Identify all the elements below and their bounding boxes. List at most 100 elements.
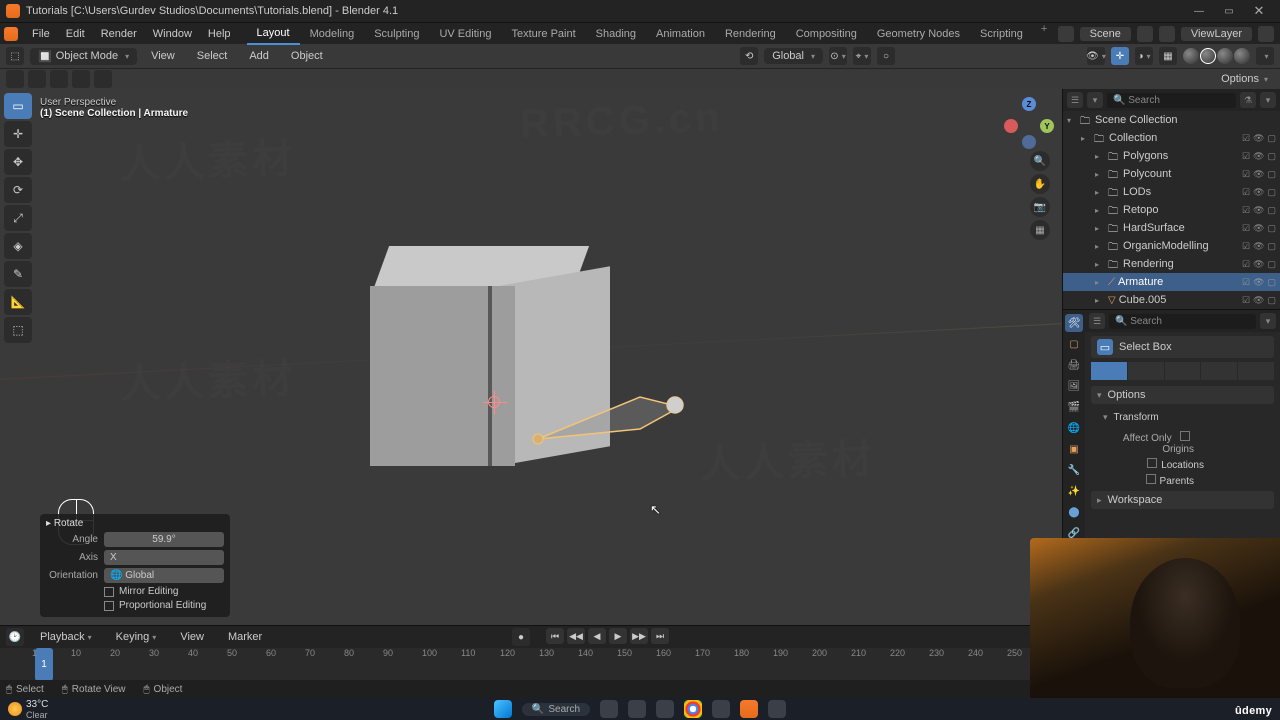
camera-icon[interactable]: 📷 — [1030, 197, 1050, 217]
prev-key-button[interactable]: ◀◀ — [567, 628, 585, 644]
viewlayer-browse-icon[interactable] — [1159, 26, 1175, 42]
playback-menu[interactable]: Playback — [32, 626, 100, 648]
select-mode-extend[interactable] — [28, 70, 46, 88]
play-rev-button[interactable]: ◀ — [588, 628, 606, 644]
persp-toggle-icon[interactable]: ▦ — [1030, 220, 1050, 240]
timeline-editor-icon[interactable]: 🕑 — [6, 628, 24, 646]
outliner-item-collection[interactable]: ▸🗀Collection☑👁▢ — [1063, 129, 1280, 147]
origins-check[interactable] — [1180, 431, 1190, 441]
angle-field[interactable]: 59.9° — [104, 532, 224, 547]
notes-icon[interactable] — [712, 700, 730, 718]
outliner-item-cube-005[interactable]: ▸▽Cube.005☑👁▢ — [1063, 291, 1280, 309]
weather-widget[interactable]: 33°C Clear — [8, 699, 48, 720]
props-editor-icon[interactable]: ☰ — [1089, 313, 1105, 329]
taskbar-search[interactable]: 🔍 Search — [522, 703, 590, 716]
ptab-scene[interactable]: 🎬 — [1065, 398, 1083, 416]
ptab-particle[interactable]: ✨ — [1065, 482, 1083, 500]
scene-browse-icon[interactable] — [1058, 26, 1074, 42]
select-mode-new[interactable] — [6, 70, 24, 88]
scene-selector[interactable]: Scene — [1080, 27, 1131, 41]
window-minimize-button[interactable]: ― — [1184, 1, 1214, 21]
rendered-shading[interactable] — [1234, 48, 1250, 64]
matprev-shading[interactable] — [1217, 48, 1233, 64]
locations-check[interactable] — [1147, 458, 1157, 468]
select-menu[interactable]: Select — [189, 45, 236, 67]
next-key-button[interactable]: ▶▶ — [630, 628, 648, 644]
tab-rendering[interactable]: Rendering — [715, 23, 786, 45]
wireframe-shading[interactable] — [1183, 48, 1199, 64]
menu-help[interactable]: Help — [200, 23, 239, 45]
selmode-5[interactable] — [1238, 362, 1274, 380]
pan-icon[interactable]: ✋ — [1030, 174, 1050, 194]
outliner-item-retopo[interactable]: ▸🗀Retopo☑👁▢ — [1063, 201, 1280, 219]
outliner-search[interactable]: 🔍 Search — [1107, 93, 1236, 108]
editor-type-icon[interactable]: ⬚ — [6, 47, 24, 65]
outliner-root[interactable]: ▾🗀Scene Collection — [1063, 111, 1280, 129]
selmode-2[interactable] — [1128, 362, 1164, 380]
add-menu[interactable]: Add — [241, 45, 277, 67]
ptab-render[interactable]: ▢ — [1065, 335, 1083, 353]
outliner-item-hardsurface[interactable]: ▸🗀HardSurface☑👁▢ — [1063, 219, 1280, 237]
ptab-output[interactable]: 🖨 — [1065, 356, 1083, 374]
proportional-icon[interactable]: ○ — [877, 47, 895, 65]
outliner-item-armature[interactable]: ▸⟋Armature☑👁▢ — [1063, 273, 1280, 291]
snap-icon[interactable]: ⌖ — [853, 47, 871, 65]
menu-window[interactable]: Window — [145, 23, 200, 45]
xray-icon[interactable]: ▦ — [1159, 47, 1177, 65]
solid-shading[interactable] — [1200, 48, 1216, 64]
window-maximize-button[interactable]: ▭ — [1214, 1, 1244, 21]
orientation-icon[interactable]: ⟲ — [740, 47, 758, 65]
menu-file[interactable]: File — [24, 23, 58, 45]
gizmo-icon[interactable]: ✛ — [1111, 47, 1129, 65]
props-search[interactable]: 🔍 Search — [1109, 314, 1256, 329]
tool-measure[interactable]: 📐 — [4, 289, 32, 315]
ptab-modifier[interactable]: 🔧 — [1065, 461, 1083, 479]
start-button[interactable] — [494, 700, 512, 718]
marker-menu[interactable]: Marker — [220, 626, 270, 648]
app-icon[interactable] — [4, 27, 18, 41]
scene-new-icon[interactable] — [1137, 26, 1153, 42]
options-dropdown[interactable]: Options — [1221, 73, 1268, 85]
ptab-object[interactable]: ▣ — [1065, 440, 1083, 458]
new-collection-icon[interactable]: ▾ — [1260, 92, 1276, 108]
ptab-tool[interactable]: 🛠 — [1065, 314, 1083, 332]
tab-compositing[interactable]: Compositing — [786, 23, 867, 45]
jump-end-button[interactable]: ⏭ — [651, 628, 669, 644]
ptab-world[interactable]: 🌐 — [1065, 419, 1083, 437]
options-panel-header[interactable]: ▾Options — [1091, 386, 1274, 404]
proportional-check[interactable] — [104, 601, 114, 611]
viewlayer-new-icon[interactable] — [1258, 26, 1274, 42]
ptab-physics[interactable]: ⬤ — [1065, 503, 1083, 521]
viewlayer-selector[interactable]: ViewLayer — [1181, 27, 1252, 41]
tab-texpaint[interactable]: Texture Paint — [501, 23, 585, 45]
visibility-icon[interactable]: 👁 — [1087, 47, 1105, 65]
menu-render[interactable]: Render — [93, 23, 145, 45]
outliner-display-icon[interactable]: ☰ — [1067, 92, 1083, 108]
tab-uv[interactable]: UV Editing — [429, 23, 501, 45]
autokey-icon[interactable]: ● — [512, 628, 530, 646]
selmode-3[interactable] — [1165, 362, 1201, 380]
operator-panel[interactable]: ▸ Rotate Angle59.9° AxisX Orientation🌐 G… — [40, 514, 230, 617]
select-mode-subtract[interactable] — [50, 70, 68, 88]
play-button[interactable]: ▶ — [609, 628, 627, 644]
menu-edit[interactable]: Edit — [58, 23, 93, 45]
zoom-icon[interactable]: 🔍 — [1030, 151, 1050, 171]
tool-rotate[interactable]: ⟳ — [4, 177, 32, 203]
jump-start-button[interactable]: ⏮ — [546, 628, 564, 644]
outliner-item-organicmodelling[interactable]: ▸🗀OrganicModelling☑👁▢ — [1063, 237, 1280, 255]
tool-cursor[interactable]: ✛ — [4, 121, 32, 147]
object-menu[interactable]: Object — [283, 45, 331, 67]
props-options-icon[interactable]: ▾ — [1260, 313, 1276, 329]
pivot-icon[interactable]: ⊙ — [829, 47, 847, 65]
tl-view-menu[interactable]: View — [172, 626, 212, 648]
select-mode-intersect[interactable] — [94, 70, 112, 88]
tab-animation[interactable]: Animation — [646, 23, 715, 45]
tool-move[interactable]: ✥ — [4, 149, 32, 175]
viewport[interactable]: 人人素材 RRCG.cn 人人素材 人人素材 ▭ ✛ ✥ ⟳ ⤢ — [0, 89, 1062, 625]
workspace-panel-header[interactable]: ▸Workspace — [1091, 491, 1274, 509]
tool-select-box[interactable]: ▭ — [4, 93, 32, 119]
select-mode-invert[interactable] — [72, 70, 90, 88]
tool-annotate[interactable]: ✎ — [4, 261, 32, 287]
tab-scripting[interactable]: Scripting — [970, 23, 1033, 45]
axis-field[interactable]: X — [104, 550, 224, 565]
